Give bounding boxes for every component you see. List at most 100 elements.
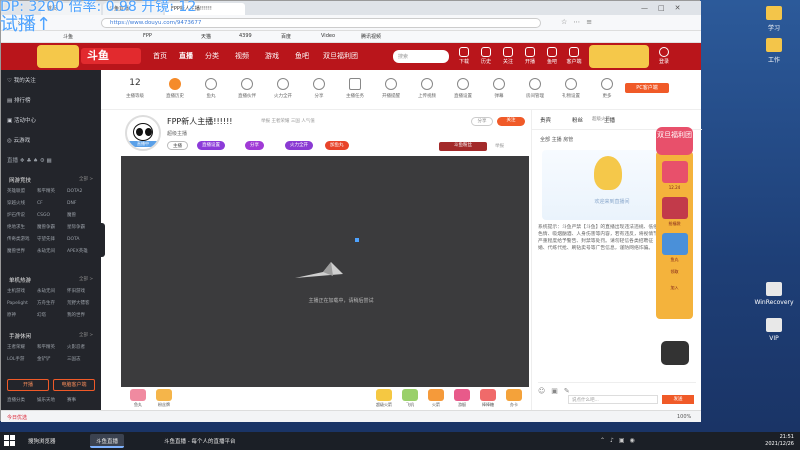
promo-item[interactable]: 12.24 xyxy=(660,161,689,190)
gift-item[interactable]: 飞机 xyxy=(399,389,421,409)
category-link[interactable]: CSGO xyxy=(37,213,67,218)
sidebar-collapse-handle[interactable] xyxy=(100,223,105,257)
category-link[interactable]: 永劫无间 xyxy=(37,288,67,294)
site-search-input[interactable]: 搜索 xyxy=(393,50,449,63)
category-link[interactable]: 荒野大镖客 xyxy=(67,300,97,306)
chat-filter[interactable]: 房管 xyxy=(563,137,573,143)
gift-item[interactable]: 游艇 xyxy=(451,389,473,409)
toolbar-item[interactable]: 直播伙伴 xyxy=(231,78,263,99)
share-button[interactable]: 分享 xyxy=(471,117,493,126)
toolbar-item[interactable]: 更多 xyxy=(591,78,623,99)
category-link[interactable]: 魔兽争霸 xyxy=(37,224,67,230)
nav-holiday[interactable]: 双旦福利团 xyxy=(323,51,358,61)
gift-item[interactable]: 棒棒糖 xyxy=(477,389,499,409)
window-controls[interactable]: —□✕ xyxy=(641,4,697,12)
category-link[interactable]: DOTA xyxy=(67,237,97,242)
toolbar-item[interactable]: 开播提醒 xyxy=(375,78,407,99)
follow-button[interactable]: 关注 xyxy=(497,117,525,126)
category-link[interactable]: 炉石传说 xyxy=(7,212,37,218)
top-button[interactable]: 客户端 xyxy=(563,47,585,65)
footer-link[interactable]: 直播分类 xyxy=(7,397,37,403)
gift-item[interactable]: 办卡 xyxy=(503,389,525,409)
footer-link[interactable]: 娱乐天地 xyxy=(37,397,67,403)
taskbar-app-active[interactable]: 斗鱼直播 xyxy=(90,434,125,448)
nav-home[interactable]: 首页 xyxy=(153,51,167,61)
promo-item[interactable]: 鱼丸 xyxy=(660,233,689,263)
toolbar-item[interactable]: 直播历史 xyxy=(159,78,191,99)
bookmark[interactable]: 百度 xyxy=(281,33,291,40)
section-more[interactable]: 全部 > xyxy=(79,176,93,182)
top-button[interactable]: 开播 xyxy=(519,47,541,65)
category-link[interactable]: 怀旧游戏 xyxy=(67,288,97,294)
category-link[interactable]: LOL手游 xyxy=(7,356,37,362)
top-button[interactable]: 历史 xyxy=(475,47,497,65)
category-link[interactable]: 王者荣耀 xyxy=(7,344,37,350)
toolbar-item[interactable]: 分享 xyxy=(303,78,335,99)
category-link[interactable]: 英雄联盟 xyxy=(7,188,37,194)
toolbar-item[interactable]: 弹幕 xyxy=(483,78,515,99)
category-link[interactable]: 主机游戏 xyxy=(7,288,37,294)
floating-game-widget[interactable] xyxy=(661,341,689,365)
category-link[interactable]: Papelight xyxy=(7,301,37,306)
report-button[interactable]: 举报 xyxy=(495,143,504,149)
section-more[interactable]: 全部 > xyxy=(79,332,93,338)
video-player[interactable]: 主播正在加载中，请稍后尝试 xyxy=(121,156,529,387)
toolbar-item[interactable]: 鱼丸 xyxy=(195,78,227,99)
start-broadcast-button[interactable]: 开播 xyxy=(7,379,49,391)
category-link[interactable]: APEX英雄 xyxy=(67,248,97,254)
desktop-icon-winrecovery[interactable]: WinRecovery xyxy=(752,282,796,306)
taskbar-app[interactable]: 搜狗浏览器 xyxy=(22,434,62,448)
gift-item[interactable]: 火箭 xyxy=(425,389,447,409)
fans-badge[interactable]: 斗鱼粉丝 xyxy=(439,142,487,151)
footer-link[interactable]: 赛事 xyxy=(67,397,97,403)
category-link[interactable]: 原神 xyxy=(7,312,37,318)
event-banner-left[interactable] xyxy=(37,45,79,68)
pc-client-button[interactable]: PC客户端 xyxy=(625,83,669,93)
bookmark[interactable]: Video xyxy=(321,33,335,39)
category-link[interactable]: CF xyxy=(37,201,67,206)
login-button[interactable]: 登录 xyxy=(653,47,675,65)
category-link[interactable]: 传奇类游戏 xyxy=(7,236,37,242)
report-link[interactable]: 举报 xyxy=(261,119,270,124)
category-tag[interactable]: 三国 xyxy=(291,119,300,124)
desktop-icon-work[interactable]: 工作 xyxy=(752,38,796,64)
section-more[interactable]: 全部 > xyxy=(79,276,93,282)
category-link[interactable]: 魔兽世界 xyxy=(7,248,37,254)
browser-tools[interactable]: ☆⋯≡ xyxy=(561,18,598,26)
tray-icons[interactable]: ⌃♪▣◉ xyxy=(600,437,640,444)
category-link[interactable]: 和平精英 xyxy=(37,344,67,350)
category-link[interactable]: 幻塔 xyxy=(37,312,67,318)
sidebar-quick-icons[interactable]: 直播 ❖ ♣ ♠ ⚙ ▦ xyxy=(7,156,52,164)
category-link[interactable]: 火影忍者 xyxy=(67,344,97,350)
category-link[interactable]: 和平精英 xyxy=(37,188,67,194)
sidebar-item-rank[interactable]: ▤ 排行榜 xyxy=(7,96,30,104)
category-link[interactable]: 守望先锋 xyxy=(37,236,67,242)
badge[interactable]: 加鱼丸 xyxy=(325,141,349,150)
top-button[interactable]: 下载 xyxy=(453,47,475,65)
chat-filter[interactable]: 全部 xyxy=(540,137,550,143)
system-clock[interactable]: 21:51 2021/12/26 xyxy=(765,434,794,448)
nav-live[interactable]: 直播 xyxy=(179,51,193,61)
nav-yuba[interactable]: 鱼吧 xyxy=(295,51,309,61)
promo-item[interactable]: 抢福袋 xyxy=(660,197,689,227)
sidebar-item-activity[interactable]: ▣ 活动中心 xyxy=(7,116,36,124)
site-logo[interactable]: 斗鱼 xyxy=(81,48,141,64)
send-button[interactable]: 发送 xyxy=(662,395,694,404)
nav-category[interactable]: 分类 xyxy=(205,51,219,61)
gift-item[interactable]: 超级火箭 xyxy=(373,389,395,409)
promo-sidebar[interactable]: 双旦福利团 12.24 抢福袋 鱼丸 领取 加入 xyxy=(656,127,693,319)
toolbar-item[interactable]: 礼物设置 xyxy=(555,78,587,99)
gift-item[interactable]: 鱼丸 xyxy=(127,389,149,409)
toolbar-item[interactable]: 上传视频 xyxy=(411,78,443,99)
category-tag[interactable]: 王者荣耀 xyxy=(271,119,289,124)
desktop-icon-study[interactable]: 学习 xyxy=(752,6,796,32)
category-link[interactable]: 穿越火线 xyxy=(7,200,37,206)
chat-input[interactable]: 说点什么吧... xyxy=(568,395,658,404)
category-link[interactable]: 永劫无间 xyxy=(37,248,67,254)
nav-game[interactable]: 游戏 xyxy=(265,51,279,61)
category-link[interactable]: 金铲铲 xyxy=(37,356,67,362)
desktop-icon-vip[interactable]: VIP xyxy=(752,318,796,342)
category-link[interactable]: 星际争霸 xyxy=(67,224,97,230)
gift-item[interactable]: 粉丝牌 xyxy=(153,389,175,409)
category-link[interactable]: 三国志 xyxy=(67,356,97,362)
